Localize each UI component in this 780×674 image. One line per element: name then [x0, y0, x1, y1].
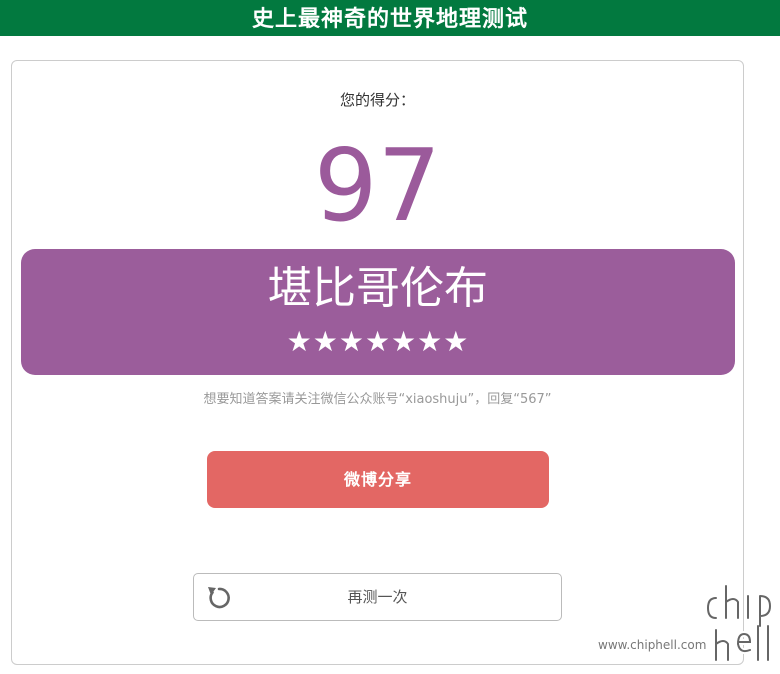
weibo-share-label: 微博分享 [343, 470, 412, 489]
retry-button[interactable]: 再测一次 [193, 573, 562, 621]
score-label: 您的得分： [339, 91, 415, 109]
watermark-site: www.chiphell.com [598, 638, 707, 652]
result-card: 您的得分： 97 堪比哥伦布 ★★★★★★★ 想要知道答案请关注微信公众账号“x… [11, 60, 744, 665]
rank-title: 堪比哥伦布 [268, 263, 488, 314]
rank-banner: 堪比哥伦布 ★★★★★★★ [21, 249, 735, 375]
chiphell-logo-icon [704, 583, 774, 663]
star-rating: ★★★★★★★ [286, 325, 470, 358]
retry-label: 再测一次 [347, 588, 408, 606]
score-value: 97 [313, 127, 442, 244]
chiphell-watermark: www.chiphell.com [598, 578, 774, 666]
page-title: 史上最神奇的世界地理测试 [251, 6, 528, 32]
page-header: 史上最神奇的世界地理测试 [0, 0, 780, 36]
weibo-share-button[interactable]: 微博分享 [207, 451, 549, 508]
answer-hint: 想要知道答案请关注微信公众账号“xiaoshuju”，回复“567” [203, 392, 552, 407]
